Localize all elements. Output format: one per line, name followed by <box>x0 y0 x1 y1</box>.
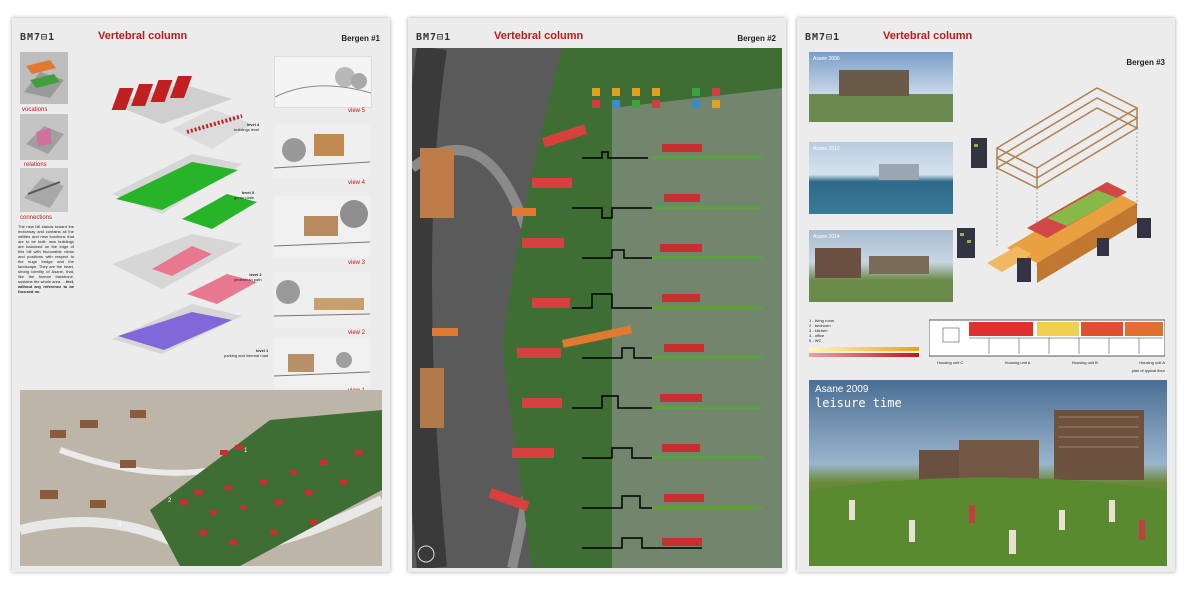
sheet-label: Bergen #3 <box>1126 58 1165 67</box>
view-5-label: view 5 <box>348 108 366 114</box>
map-label-3: 3 <box>118 522 122 528</box>
thumb-vocations <box>20 52 68 104</box>
panel-bergen-2: BM7⊟1 Vertebral column Bergen #2 <box>408 18 786 572</box>
photo-caption: Asane 2012 <box>813 146 840 152</box>
view-4-label: view 4 <box>348 180 366 186</box>
view-2-label: view 2 <box>348 330 366 336</box>
photo-asane-2006: Asane 2006 <box>809 52 953 122</box>
panel-title: Vertebral column <box>883 30 973 42</box>
view-3-label: view 3 <box>348 260 366 266</box>
map-label-1: 1 <box>244 448 248 454</box>
label-vocations: vocations <box>22 107 48 113</box>
photo-caption: Asane 2006 <box>813 56 840 62</box>
logo: BM7⊟1 <box>416 32 452 43</box>
view-3-sketch <box>274 196 370 258</box>
level-3-label: level 3 green plate <box>234 190 255 200</box>
view-2-sketch <box>274 272 370 328</box>
sheet-label: Bergen #2 <box>737 34 776 43</box>
map-label-2: 2 <box>168 498 172 504</box>
plan-label: plan of typical floor <box>1131 368 1165 373</box>
photo-asane-2012: Asane 2012 <box>809 142 953 214</box>
site-plan-map <box>412 48 782 568</box>
panel-bergen-1: BM7⊟1 Vertebral column Bergen #1 vocatio… <box>12 18 390 572</box>
level-4-label: level 4 buildings level <box>234 122 260 132</box>
logo: BM7⊟1 <box>805 32 841 43</box>
level-1-label: level 1 parking and internal road <box>224 348 269 358</box>
level-2-label: level 2 pedestrian path <box>234 272 262 282</box>
typical-floor-plan <box>929 319 1165 357</box>
body-text: The new hill stands toward the motorway … <box>18 224 74 294</box>
label-connections: connections <box>20 215 53 221</box>
logo: BM7⊟1 <box>20 32 56 43</box>
sheet-label: Bergen #1 <box>341 34 380 43</box>
panel-title: Vertebral column <box>98 30 188 42</box>
photo-asane-2014: Asane 2014 <box>809 230 953 302</box>
view-1-sketch <box>274 338 370 388</box>
panel-title: Vertebral column <box>494 30 584 42</box>
floor-plan-legend: 1 - living room 2 - bedroom 3 - kitchen 4 … <box>809 318 929 357</box>
hero-year: Asane 2009 <box>815 384 869 395</box>
panel-bergen-3: BM7⊟1 Vertebral column Bergen #3 Asane 2… <box>797 18 1175 572</box>
view-4-sketch <box>274 124 370 178</box>
axonometric-building-diagram <box>957 87 1151 283</box>
housing-unit-labels: Housing unit C Housing unit A Housing uni… <box>937 360 1165 365</box>
thumb-relations <box>20 114 68 160</box>
hero-render-leisure-time: Asane 2009 leisure time <box>809 380 1167 566</box>
hero-title: leisure time <box>815 396 902 410</box>
aerial-3d-map: 1 2 3 <box>20 390 382 566</box>
view-5-sketch <box>274 56 372 108</box>
thumb-connections <box>20 168 68 212</box>
photo-caption: Asane 2014 <box>813 234 840 240</box>
exploded-levels-diagram <box>111 76 257 354</box>
